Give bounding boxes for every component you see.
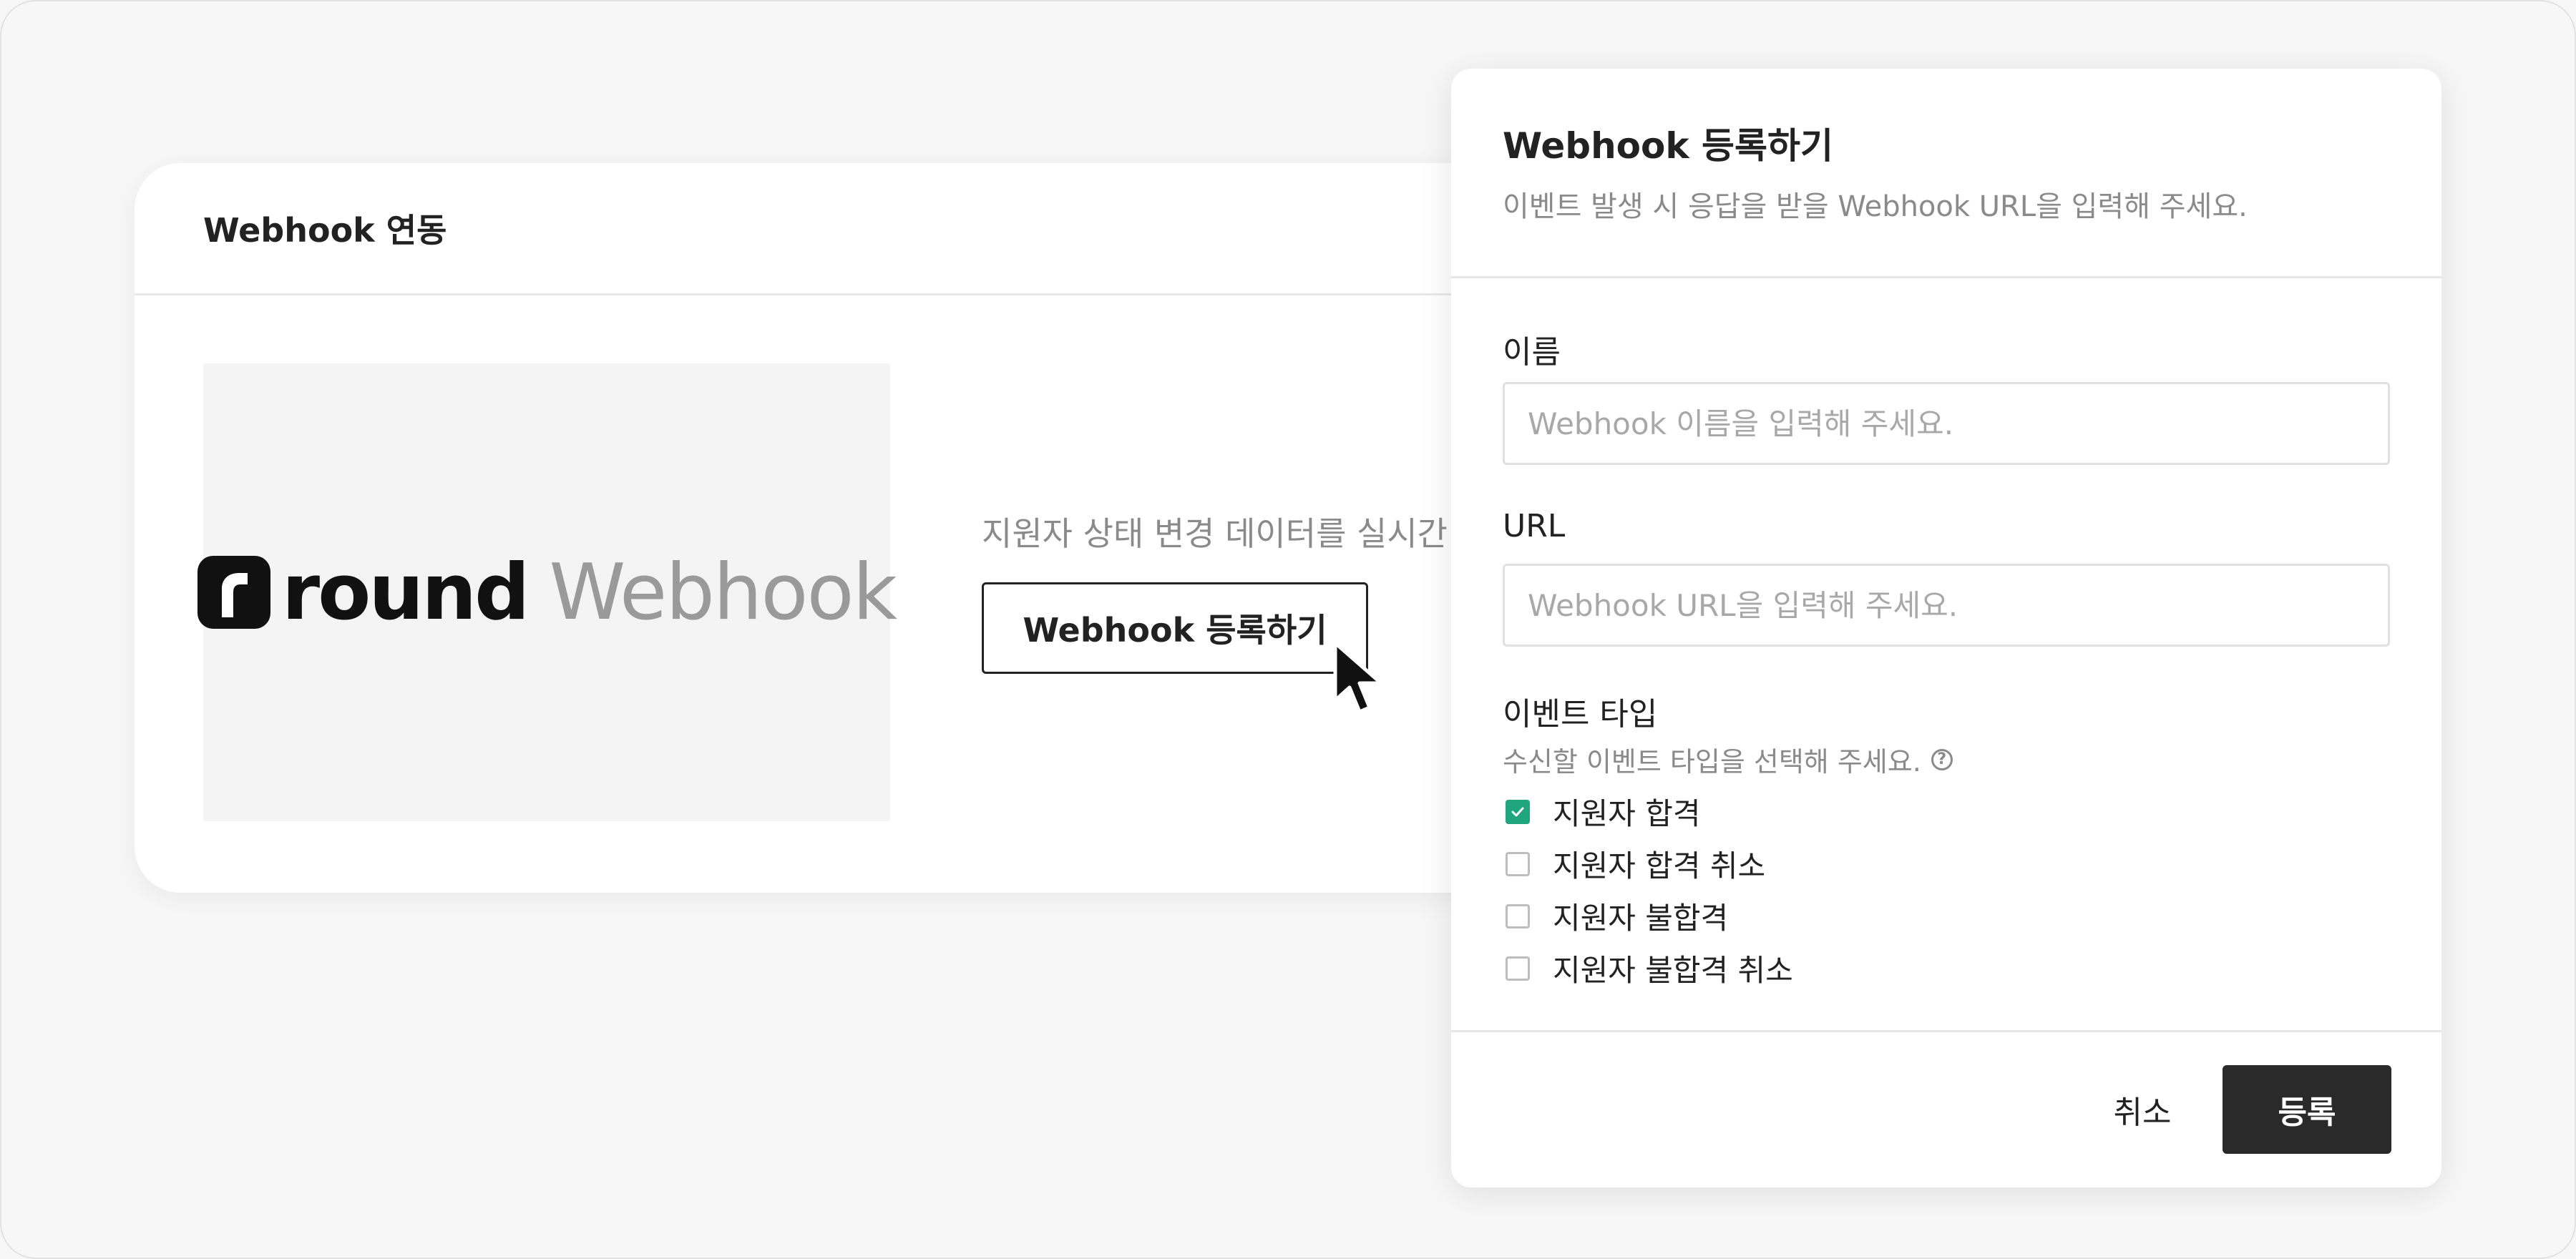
card-title: Webhook 연동 — [203, 211, 447, 250]
event-type-label: 이벤트 타입 — [1503, 696, 1658, 733]
event-type-hint: 수신할 이벤트 타입을 선택해 주세요. ? — [1503, 740, 1953, 779]
name-label: 이름 — [1503, 334, 1561, 371]
name-input[interactable] — [1503, 382, 2390, 465]
modal-header: Webhook 등록하기 이벤트 발생 시 응답을 받을 Webhook URL… — [1451, 69, 2441, 278]
card-description: 지원자 상태 변경 데이터를 실시간 — [982, 514, 1448, 553]
logo-box: round Webhook — [197, 363, 897, 821]
event-option-label: 지원자 불합격 — [1553, 901, 1729, 936]
logo-webhook-text: Webhook — [549, 547, 897, 637]
modal-subtitle: 이벤트 발생 시 응답을 받을 Webhook URL을 입력해 주세요. — [1503, 190, 2248, 223]
checkbox[interactable] — [1506, 903, 1530, 929]
checkbox[interactable] — [1506, 851, 1530, 876]
event-option[interactable]: 지원자 불합격 — [1506, 894, 1728, 938]
url-label: URL — [1503, 508, 1566, 544]
event-type-hint-text: 수신할 이벤트 타입을 선택해 주세요. — [1503, 746, 1921, 778]
modal-title: Webhook 등록하기 — [1503, 125, 1834, 167]
url-input[interactable] — [1503, 564, 2390, 647]
register-webhook-button[interactable]: Webhook 등록하기 — [982, 582, 1368, 674]
event-option-label: 지원자 불합격 취소 — [1553, 953, 1793, 988]
logo-round-text: round — [281, 547, 530, 637]
cancel-button[interactable]: 취소 — [2064, 1065, 2221, 1154]
check-icon — [1511, 807, 1524, 816]
round-logo-icon — [197, 556, 270, 629]
event-option[interactable]: 지원자 불합격 취소 — [1506, 946, 1793, 990]
submit-button[interactable]: 등록 — [2223, 1065, 2391, 1154]
modal-footer: 취소 등록 — [1451, 1030, 2441, 1190]
event-option[interactable]: 지원자 합격 — [1506, 790, 1701, 833]
event-option-label: 지원자 합격 취소 — [1553, 848, 1766, 883]
checkbox[interactable] — [1506, 956, 1530, 981]
webhook-register-modal: Webhook 등록하기 이벤트 발생 시 응답을 받을 Webhook URL… — [1451, 69, 2441, 1187]
logo: round Webhook — [197, 547, 897, 637]
event-option[interactable]: 지원자 합격 취소 — [1506, 842, 1765, 886]
help-icon[interactable]: ? — [1931, 748, 1953, 770]
cursor-icon — [1333, 641, 1383, 714]
event-option-label: 지원자 합격 — [1553, 796, 1701, 831]
checkbox-checked[interactable] — [1506, 799, 1530, 824]
